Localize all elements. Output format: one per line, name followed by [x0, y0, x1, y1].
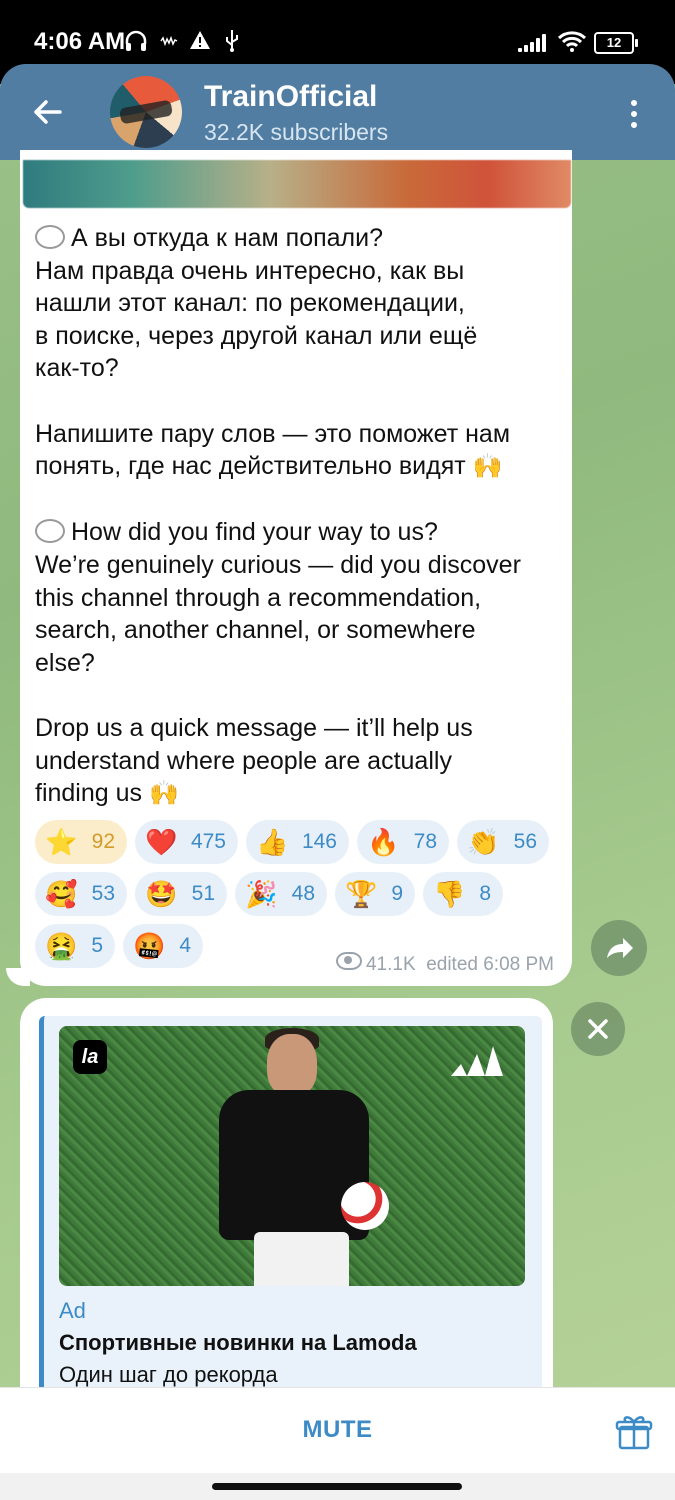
more-menu-button[interactable]: [614, 94, 654, 134]
voicemail-icon: [160, 36, 178, 46]
raised-hands-icon: 🙌: [148, 780, 179, 808]
home-indicator[interactable]: [212, 1483, 462, 1490]
post-image[interactable]: [23, 160, 571, 208]
usb-icon: [226, 30, 238, 52]
reaction-thumbs-up[interactable]: 👍 146: [246, 820, 349, 864]
ad-image[interactable]: la: [59, 1026, 525, 1286]
system-nav-bar: [0, 1473, 675, 1500]
channel-post: А вы откуда к нам попали? Нам правда оче…: [20, 150, 572, 986]
view-count: 41.1K: [365, 954, 416, 975]
en-body: We’re genuinely curious — did you discov…: [35, 550, 521, 677]
close-ad-button[interactable]: [571, 1002, 625, 1056]
ru-cta: Напишите пару слов — это поможет нам пон…: [35, 419, 511, 481]
bubble-tail: [6, 968, 30, 986]
ad-card[interactable]: la Ad Спортивные новинки на Lamoda Один …: [39, 1016, 542, 1416]
close-icon: [588, 1019, 608, 1039]
alert-icon: [190, 31, 210, 49]
ru-body: Нам правда очень интересно, как вы нашли…: [35, 256, 478, 383]
battery-icon: 12: [594, 32, 638, 54]
post-text: А вы откуда к нам попали? Нам правда оче…: [35, 222, 565, 811]
raised-hands-icon: 🙌: [472, 453, 503, 481]
ad-title: Спортивные новинки на Lamoda: [59, 1330, 417, 1355]
reaction-fire[interactable]: 🔥 78: [357, 820, 449, 864]
football-icon: [341, 1182, 389, 1230]
subscriber-count: 32.2K subscribers: [204, 119, 389, 145]
headphones-icon: [125, 30, 147, 51]
speech-bubble-icon: [35, 225, 65, 249]
eye-icon: [335, 952, 362, 970]
gift-icon[interactable]: [614, 1412, 654, 1452]
adidas-logo-icon: [451, 1046, 503, 1076]
speech-bubble-icon: [35, 519, 65, 544]
en-question: How did you find your way to us?: [71, 518, 438, 547]
mute-button[interactable]: MUTE: [0, 1388, 675, 1474]
reaction-cursing[interactable]: 🤬 4: [123, 924, 203, 968]
share-arrow-icon: [607, 938, 633, 958]
reaction-trophy[interactable]: 🏆 9: [335, 872, 415, 916]
lamoda-logo: la: [73, 1040, 107, 1074]
clock: 4:06 AM: [34, 28, 126, 55]
bottom-bar: MUTE: [0, 1387, 675, 1474]
wifi-icon: [557, 31, 587, 52]
ad-label: Ad: [59, 1298, 86, 1323]
channel-name[interactable]: TrainOfficial: [204, 80, 377, 114]
reaction-star-struck[interactable]: 🤩 51: [135, 872, 227, 916]
channel-avatar[interactable]: [110, 76, 182, 148]
share-button[interactable]: [591, 920, 647, 976]
en-cta: Drop us a quick message — it’ll help us …: [35, 713, 473, 808]
reaction-party[interactable]: 🎉 48: [235, 872, 327, 916]
reaction-star[interactable]: ⭐ 92: [35, 820, 127, 864]
edited-time: edited 6:08 PM: [426, 954, 554, 975]
reaction-heart[interactable]: ❤️ 475: [135, 820, 238, 864]
ru-question: А вы откуда к нам попали?: [71, 224, 384, 252]
chat-header: TrainOfficial 32.2K subscribers: [0, 64, 675, 160]
reaction-thumbs-down[interactable]: 👎 8: [423, 872, 503, 916]
reaction-clap[interactable]: 👏 56: [457, 820, 549, 864]
back-button[interactable]: [24, 88, 72, 136]
reaction-vomit[interactable]: 🤮 5: [35, 924, 115, 968]
signal-icon: [518, 34, 550, 52]
sponsored-message[interactable]: la Ad Спортивные новинки на Lamoda Один …: [20, 998, 553, 1418]
reaction-smiling-hearts[interactable]: 🥰 53: [35, 872, 127, 916]
post-meta: 41.1K edited 6:08 PM: [335, 952, 554, 976]
ad-text: Один шаг до рекорда: [59, 1362, 278, 1387]
